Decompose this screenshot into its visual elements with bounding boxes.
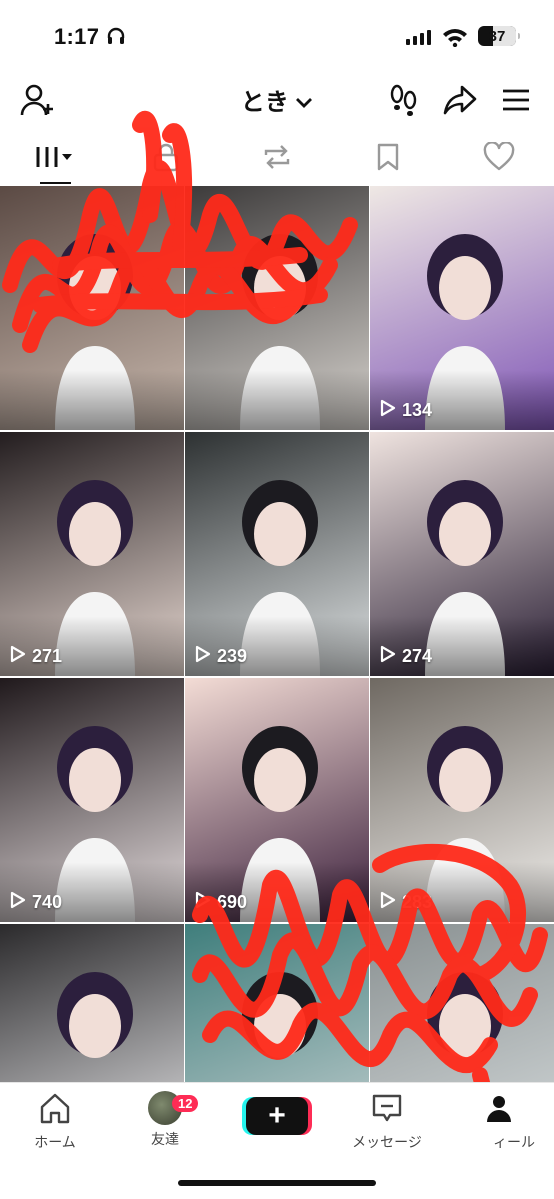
profile-tabs	[0, 134, 554, 184]
create-button[interactable]: +	[246, 1097, 308, 1135]
play-icon	[380, 891, 396, 914]
view-count-value: 690	[217, 892, 248, 912]
profile-header: とき	[0, 70, 554, 130]
play-icon	[195, 645, 211, 668]
status-time: 1:17	[54, 24, 100, 49]
view-count-value: 134	[402, 400, 433, 420]
heart-icon	[483, 140, 515, 177]
view-count-value: 271	[32, 646, 63, 666]
friends-badge: 12	[172, 1095, 199, 1112]
nav-friends[interactable]: 12 友達	[110, 1091, 220, 1149]
nav-home-label: ホーム	[34, 1134, 76, 1150]
tab-saved[interactable]	[332, 134, 443, 184]
view-count: 690	[195, 891, 247, 914]
wifi-icon	[442, 27, 468, 52]
tab-videos[interactable]	[0, 134, 111, 184]
battery-level: 37	[488, 27, 506, 45]
plus-icon: +	[268, 1099, 286, 1132]
view-count-value: 274	[402, 646, 433, 666]
play-icon	[380, 399, 396, 422]
video-thumbnail[interactable]: 239	[185, 432, 369, 676]
tab-reposts[interactable]	[222, 134, 333, 184]
view-count: 283	[380, 891, 432, 914]
nav-profile-label: ィール	[493, 1134, 535, 1150]
cellular-signal-icon	[406, 30, 431, 45]
menu-icon[interactable]	[500, 82, 532, 123]
chevron-down-icon	[295, 96, 313, 115]
play-icon	[380, 645, 396, 668]
video-thumbnail[interactable]	[185, 186, 369, 430]
bookmark-icon	[375, 142, 401, 177]
play-icon	[10, 891, 26, 914]
lock-icon	[152, 142, 180, 177]
video-grid: 134271239274740690283333332	[0, 186, 554, 1168]
view-count-value: 283	[402, 892, 433, 912]
video-thumbnail[interactable]: 134	[370, 186, 554, 430]
tab-private[interactable]	[111, 134, 222, 184]
username: とき	[240, 89, 289, 116]
nav-profile[interactable]: ィール	[444, 1091, 554, 1152]
home-icon	[37, 1093, 73, 1128]
thumbnail-shade	[0, 370, 184, 430]
video-thumbnail[interactable]: 740	[0, 678, 184, 922]
play-icon	[10, 645, 26, 668]
nav-home[interactable]: ホーム	[0, 1091, 110, 1152]
headphones-icon	[106, 26, 126, 51]
battery-icon: 37	[478, 26, 520, 46]
nav-friends-label: 友達	[151, 1131, 179, 1147]
home-indicator	[178, 1180, 376, 1186]
profile-icon	[482, 1096, 516, 1128]
view-count-value: 740	[32, 892, 63, 912]
view-count: 740	[10, 891, 62, 914]
thumbnail-shade	[185, 370, 369, 430]
view-count: 274	[380, 645, 432, 668]
share-icon[interactable]	[442, 82, 478, 123]
video-thumbnail[interactable]: 271	[0, 432, 184, 676]
view-count: 134	[380, 399, 432, 422]
video-thumbnail[interactable]: 690	[185, 678, 369, 922]
view-count: 271	[10, 645, 62, 668]
video-thumbnail[interactable]: 283	[370, 678, 554, 922]
message-icon	[370, 1094, 404, 1128]
tab-liked[interactable]	[443, 134, 554, 184]
status-bar: 1:17 37	[0, 0, 554, 70]
play-icon	[195, 891, 211, 914]
video-thumbnail[interactable]	[0, 186, 184, 430]
video-thumbnail[interactable]: 274	[370, 432, 554, 676]
nav-messages[interactable]: メッセージ	[332, 1091, 442, 1152]
repost-icon	[261, 142, 293, 177]
view-count: 239	[195, 645, 247, 668]
grid-icon	[32, 143, 78, 176]
view-count-value: 239	[217, 646, 248, 666]
nav-messages-label: メッセージ	[352, 1134, 422, 1150]
footprints-icon[interactable]	[388, 82, 420, 123]
